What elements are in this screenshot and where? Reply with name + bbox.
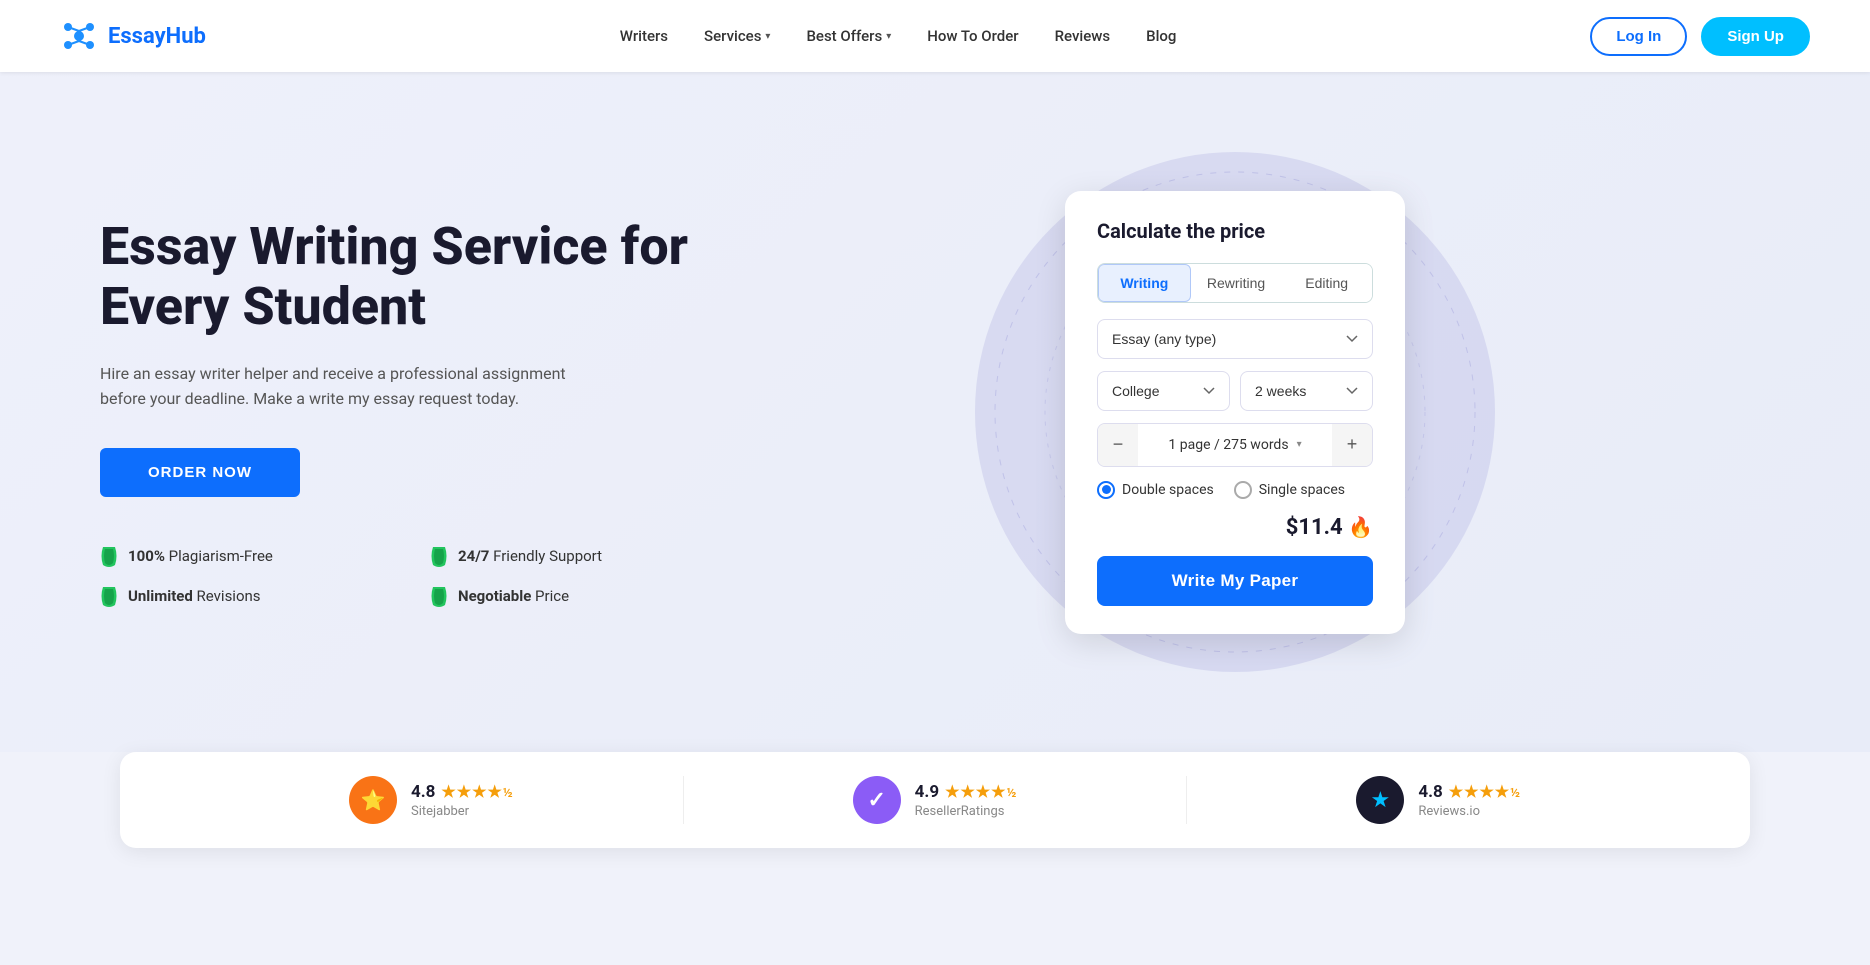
reviewsio-badge: ★ (1356, 776, 1404, 824)
feature-100-label: 100% Plagiarism-Free (128, 547, 273, 565)
hero-section: Essay Writing Service for Every Student … (0, 72, 1870, 752)
resellerratings-badge: ✓ (853, 776, 901, 824)
hero-left: Essay Writing Service for Every Student … (100, 217, 700, 607)
reviewsio-info: 4.8 ★★★★½ Reviews.io (1418, 782, 1521, 819)
nav-best-offers[interactable]: Best Offers ▾ (806, 27, 891, 45)
nav-writers[interactable]: Writers (620, 27, 668, 45)
deadline-select[interactable]: 2 weeks (1240, 371, 1373, 411)
sitejabber-source: Sitejabber (411, 804, 514, 819)
rating-resellerratings: ✓ 4.9 ★★★★½ ResellerRatings (684, 776, 1188, 824)
logo-icon (60, 17, 98, 55)
sitejabber-info: 4.8 ★★★★½ Sitejabber (411, 782, 514, 819)
hero-title: Essay Writing Service for Every Student (100, 217, 700, 337)
feature-support: 24/7 Friendly Support (430, 545, 700, 567)
logo-text: EssayHub (108, 24, 206, 49)
resellerratings-stars: ★★★★½ (945, 782, 1017, 801)
header-actions: Log In Sign Up (1590, 17, 1810, 56)
best-offers-chevron-icon: ▾ (886, 31, 891, 42)
sitejabber-badge: ⭐ (349, 776, 397, 824)
feature-unlimited-label: Unlimited Revisions (128, 587, 261, 605)
price-display: $11.4 🔥 (1097, 515, 1373, 540)
double-spaces-option[interactable]: Double spaces (1097, 481, 1214, 499)
pages-chevron-icon: ▾ (1297, 439, 1302, 450)
academic-level-select[interactable]: College (1097, 371, 1230, 411)
pages-increase-button[interactable]: + (1332, 424, 1372, 466)
nav-how-to-order[interactable]: How To Order (927, 27, 1018, 45)
hero-right: Calculate the price Writing Rewriting Ed… (700, 191, 1770, 634)
login-button[interactable]: Log In (1590, 17, 1687, 56)
pages-counter: − 1 page / 275 words ▾ + (1097, 423, 1373, 467)
resellerratings-icon: ✓ (867, 788, 885, 813)
nav-blog[interactable]: Blog (1146, 27, 1176, 45)
nav-services[interactable]: Services ▾ (704, 27, 770, 45)
single-spaces-radio[interactable] (1234, 481, 1252, 499)
features-grid: 100% Plagiarism-Free 24/7 Friendly Suppo… (100, 545, 700, 607)
price-icon (430, 585, 448, 607)
reviewsio-icon: ★ (1370, 788, 1390, 813)
page-bottom: ⭐ 4.8 ★★★★½ Sitejabber ✓ 4.9 ★★★★½ Resel… (0, 752, 1870, 888)
sitejabber-icon: ⭐ (361, 788, 386, 812)
fire-icon: 🔥 (1348, 515, 1373, 539)
pages-decrease-button[interactable]: − (1098, 424, 1138, 466)
signup-button[interactable]: Sign Up (1701, 17, 1810, 56)
paper-type-select[interactable]: Essay (any type) (1097, 319, 1373, 359)
tab-editing[interactable]: Editing (1281, 264, 1372, 302)
single-spaces-option[interactable]: Single spaces (1234, 481, 1345, 499)
logo[interactable]: EssayHub (60, 17, 206, 55)
calc-level-deadline-row: College 2 weeks (1097, 371, 1373, 411)
reviewsio-stars: ★★★★½ (1449, 782, 1521, 801)
spacing-options: Double spaces Single spaces (1097, 481, 1373, 499)
reviewsio-score: 4.8 ★★★★½ (1418, 782, 1521, 802)
reviewsio-source: Reviews.io (1418, 804, 1521, 819)
feature-247-label: 24/7 Friendly Support (458, 547, 602, 565)
feature-price: Negotiable Price (430, 585, 700, 607)
tab-rewriting[interactable]: Rewriting (1191, 264, 1282, 302)
calculator-title: Calculate the price (1097, 219, 1373, 243)
hero-subtitle: Hire an essay writer helper and receive … (100, 361, 580, 412)
resellerratings-score: 4.9 ★★★★½ (915, 782, 1018, 802)
sitejabber-score: 4.8 ★★★★½ (411, 782, 514, 802)
write-my-paper-button[interactable]: Write My Paper (1097, 556, 1373, 606)
rating-sitejabber: ⭐ 4.8 ★★★★½ Sitejabber (180, 776, 684, 824)
feature-revisions: Unlimited Revisions (100, 585, 370, 607)
calculator-tabs: Writing Rewriting Editing (1097, 263, 1373, 303)
ratings-bar: ⭐ 4.8 ★★★★½ Sitejabber ✓ 4.9 ★★★★½ Resel… (120, 752, 1750, 848)
calculator-card: Calculate the price Writing Rewriting Ed… (1065, 191, 1405, 634)
header: EssayHub Writers Services ▾ Best Offers … (0, 0, 1870, 72)
pages-value: 1 page / 275 words ▾ (1138, 437, 1332, 453)
double-spaces-radio[interactable] (1097, 481, 1115, 499)
services-chevron-icon: ▾ (765, 31, 770, 42)
tab-writing[interactable]: Writing (1098, 264, 1191, 302)
feature-plagiarism: 100% Plagiarism-Free (100, 545, 370, 567)
plagiarism-icon (100, 545, 118, 567)
resellerratings-source: ResellerRatings (915, 804, 1018, 819)
resellerratings-info: 4.9 ★★★★½ ResellerRatings (915, 782, 1018, 819)
feature-negotiable-label: Negotiable Price (458, 587, 569, 605)
rating-reviewsio: ★ 4.8 ★★★★½ Reviews.io (1187, 776, 1690, 824)
sitejabber-stars: ★★★★½ (441, 782, 513, 801)
revisions-icon (100, 585, 118, 607)
order-now-button[interactable]: ORDER NOW (100, 448, 300, 497)
support-icon (430, 545, 448, 567)
nav-reviews[interactable]: Reviews (1055, 27, 1111, 45)
main-nav: Writers Services ▾ Best Offers ▾ How To … (620, 27, 1177, 45)
